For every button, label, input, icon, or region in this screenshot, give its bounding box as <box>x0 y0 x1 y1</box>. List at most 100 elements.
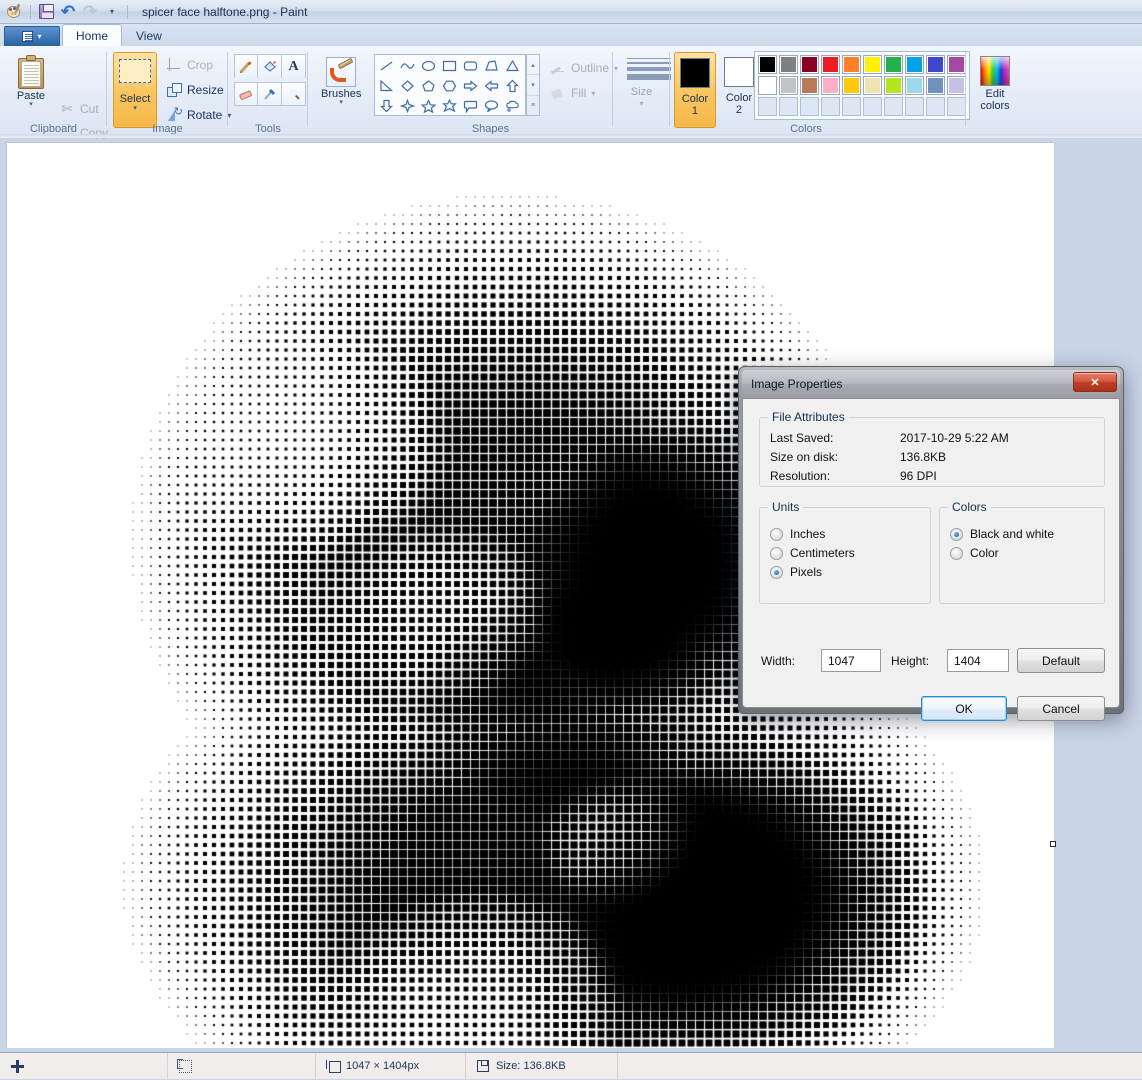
file-menu-button[interactable]: ▾ <box>4 26 60 46</box>
scroll-down-icon[interactable]: ▾ <box>527 75 539 95</box>
app-logo-icon[interactable] <box>4 2 26 22</box>
palette-swatch-custom-2[interactable] <box>779 97 798 116</box>
palette-swatch-1-9[interactable] <box>926 55 945 74</box>
eraser-tool-button[interactable] <box>234 82 258 106</box>
radio-centimeters[interactable]: Centimeters <box>770 546 855 560</box>
text-tool-button[interactable]: A <box>282 54 306 78</box>
shape-right-arrow[interactable] <box>460 76 481 96</box>
width-input[interactable]: 1047 <box>821 649 881 672</box>
palette-swatch-custom-5[interactable] <box>842 97 861 116</box>
shape-right-triangle[interactable] <box>376 76 397 96</box>
palette-swatch-custom-9[interactable] <box>926 97 945 116</box>
scroll-up-icon[interactable]: ▴ <box>527 55 539 75</box>
tab-view[interactable]: View <box>122 25 176 46</box>
size-button[interactable]: Size ▾ <box>613 46 670 120</box>
palette-swatch-2-8[interactable] <box>905 76 924 95</box>
undo-icon[interactable]: ↶ <box>57 2 79 22</box>
palette-swatch-custom-6[interactable] <box>863 97 882 116</box>
color-1-button[interactable]: Color 1 <box>674 52 716 128</box>
edit-colors-button[interactable]: Edit colors <box>972 52 1018 112</box>
palette-swatch-1-4[interactable] <box>821 55 840 74</box>
shape-rectangle[interactable] <box>439 56 460 76</box>
dialog-title: Image Properties <box>751 377 842 391</box>
cancel-button[interactable]: Cancel <box>1017 696 1105 721</box>
shape-six-point-star[interactable] <box>439 96 460 116</box>
shape-rounded-rectangle[interactable] <box>460 56 481 76</box>
palette-swatch-2-4[interactable] <box>821 76 840 95</box>
select-button[interactable]: Select ▾ <box>113 52 157 128</box>
color-picker-tool-button[interactable] <box>258 82 282 106</box>
shape-rounded-callout[interactable] <box>460 96 481 116</box>
palette-swatch-2-1[interactable] <box>758 76 777 95</box>
shape-diamond[interactable] <box>397 76 418 96</box>
group-tools: A <box>228 46 308 137</box>
palette-swatch-2-10[interactable] <box>947 76 966 95</box>
cut-button[interactable]: ✄ Cut <box>55 98 103 120</box>
palette-swatch-custom-1[interactable] <box>758 97 777 116</box>
close-icon[interactable]: ✕ <box>1073 372 1117 392</box>
pencil-tool-button[interactable] <box>234 54 258 78</box>
palette-swatch-1-8[interactable] <box>905 55 924 74</box>
save-icon[interactable] <box>35 2 57 22</box>
scroll-expand-icon[interactable]: ≡ <box>527 96 539 115</box>
palette-swatch-2-2[interactable] <box>779 76 798 95</box>
shape-oval[interactable] <box>418 56 439 76</box>
palette-swatch-2-5[interactable] <box>842 76 861 95</box>
palette-swatch-1-5[interactable] <box>842 55 861 74</box>
palette-swatch-1-3[interactable] <box>800 55 819 74</box>
palette-swatch-1-1[interactable] <box>758 55 777 74</box>
radio-pixels[interactable]: Pixels <box>770 565 822 579</box>
palette-swatch-custom-10[interactable] <box>947 97 966 116</box>
palette-swatch-2-9[interactable] <box>926 76 945 95</box>
shape-oval-callout[interactable] <box>481 96 502 116</box>
canvas-resize-handle[interactable] <box>1050 841 1056 847</box>
shape-up-arrow[interactable] <box>502 76 523 96</box>
palette-swatch-1-6[interactable] <box>863 55 882 74</box>
file-attributes-legend: File Attributes <box>768 410 849 424</box>
paste-button[interactable]: Paste ▾ <box>8 52 54 108</box>
tab-home[interactable]: Home <box>62 24 122 46</box>
shapes-scrollbar[interactable]: ▴ ▾ ≡ <box>526 54 540 116</box>
radio-color[interactable]: Color <box>950 546 999 560</box>
dialog-title-bar[interactable]: Image Properties ✕ <box>742 370 1120 398</box>
palette-swatch-1-2[interactable] <box>779 55 798 74</box>
shape-left-arrow[interactable] <box>481 76 502 96</box>
shape-curve[interactable] <box>397 56 418 76</box>
shape-four-point-star[interactable] <box>397 96 418 116</box>
shape-pentagon[interactable] <box>418 76 439 96</box>
height-input[interactable]: 1404 <box>947 649 1009 672</box>
radio-black-and-white[interactable]: Black and white <box>950 527 1054 541</box>
shape-polygon[interactable] <box>481 56 502 76</box>
palette-swatch-custom-3[interactable] <box>800 97 819 116</box>
crop-button[interactable]: Crop <box>162 54 217 76</box>
shape-line[interactable] <box>376 56 397 76</box>
redo-icon[interactable]: ↷ <box>79 2 101 22</box>
tools-row <box>234 82 306 106</box>
ok-button[interactable]: OK <box>921 696 1007 721</box>
shape-hexagon[interactable] <box>439 76 460 96</box>
palette-swatch-custom-8[interactable] <box>905 97 924 116</box>
resize-button[interactable]: Resize <box>162 79 228 101</box>
outline-button[interactable]: Outline ▾ <box>546 58 622 78</box>
shape-five-point-star[interactable] <box>418 96 439 116</box>
shape-cloud-callout[interactable] <box>502 96 523 116</box>
palette-swatch-custom-7[interactable] <box>884 97 903 116</box>
shape-down-arrow[interactable] <box>376 96 397 116</box>
image-properties-dialog[interactable]: Image Properties ✕ File Attributes Last … <box>738 366 1124 714</box>
magnifier-tool-button[interactable] <box>282 82 306 106</box>
palette-swatch-2-3[interactable] <box>800 76 819 95</box>
radio-inches[interactable]: Inches <box>770 527 825 541</box>
palette-swatch-custom-4[interactable] <box>821 97 840 116</box>
default-button[interactable]: Default <box>1017 648 1105 673</box>
customize-quick-access-icon[interactable]: ▾ <box>101 2 123 22</box>
fill-tool-button[interactable] <box>258 54 282 78</box>
palette-swatch-1-10[interactable] <box>947 55 966 74</box>
brushes-button[interactable]: Brushes ▾ <box>317 54 365 106</box>
fill-button[interactable]: Fill ▾ <box>546 83 599 103</box>
selection-size-icon <box>178 1059 192 1073</box>
palette-swatch-2-6[interactable] <box>863 76 882 95</box>
palette-swatch-1-7[interactable] <box>884 55 903 74</box>
shape-triangle[interactable] <box>502 56 523 76</box>
group-brushes: Brushes ▾ <box>308 46 368 137</box>
palette-swatch-2-7[interactable] <box>884 76 903 95</box>
